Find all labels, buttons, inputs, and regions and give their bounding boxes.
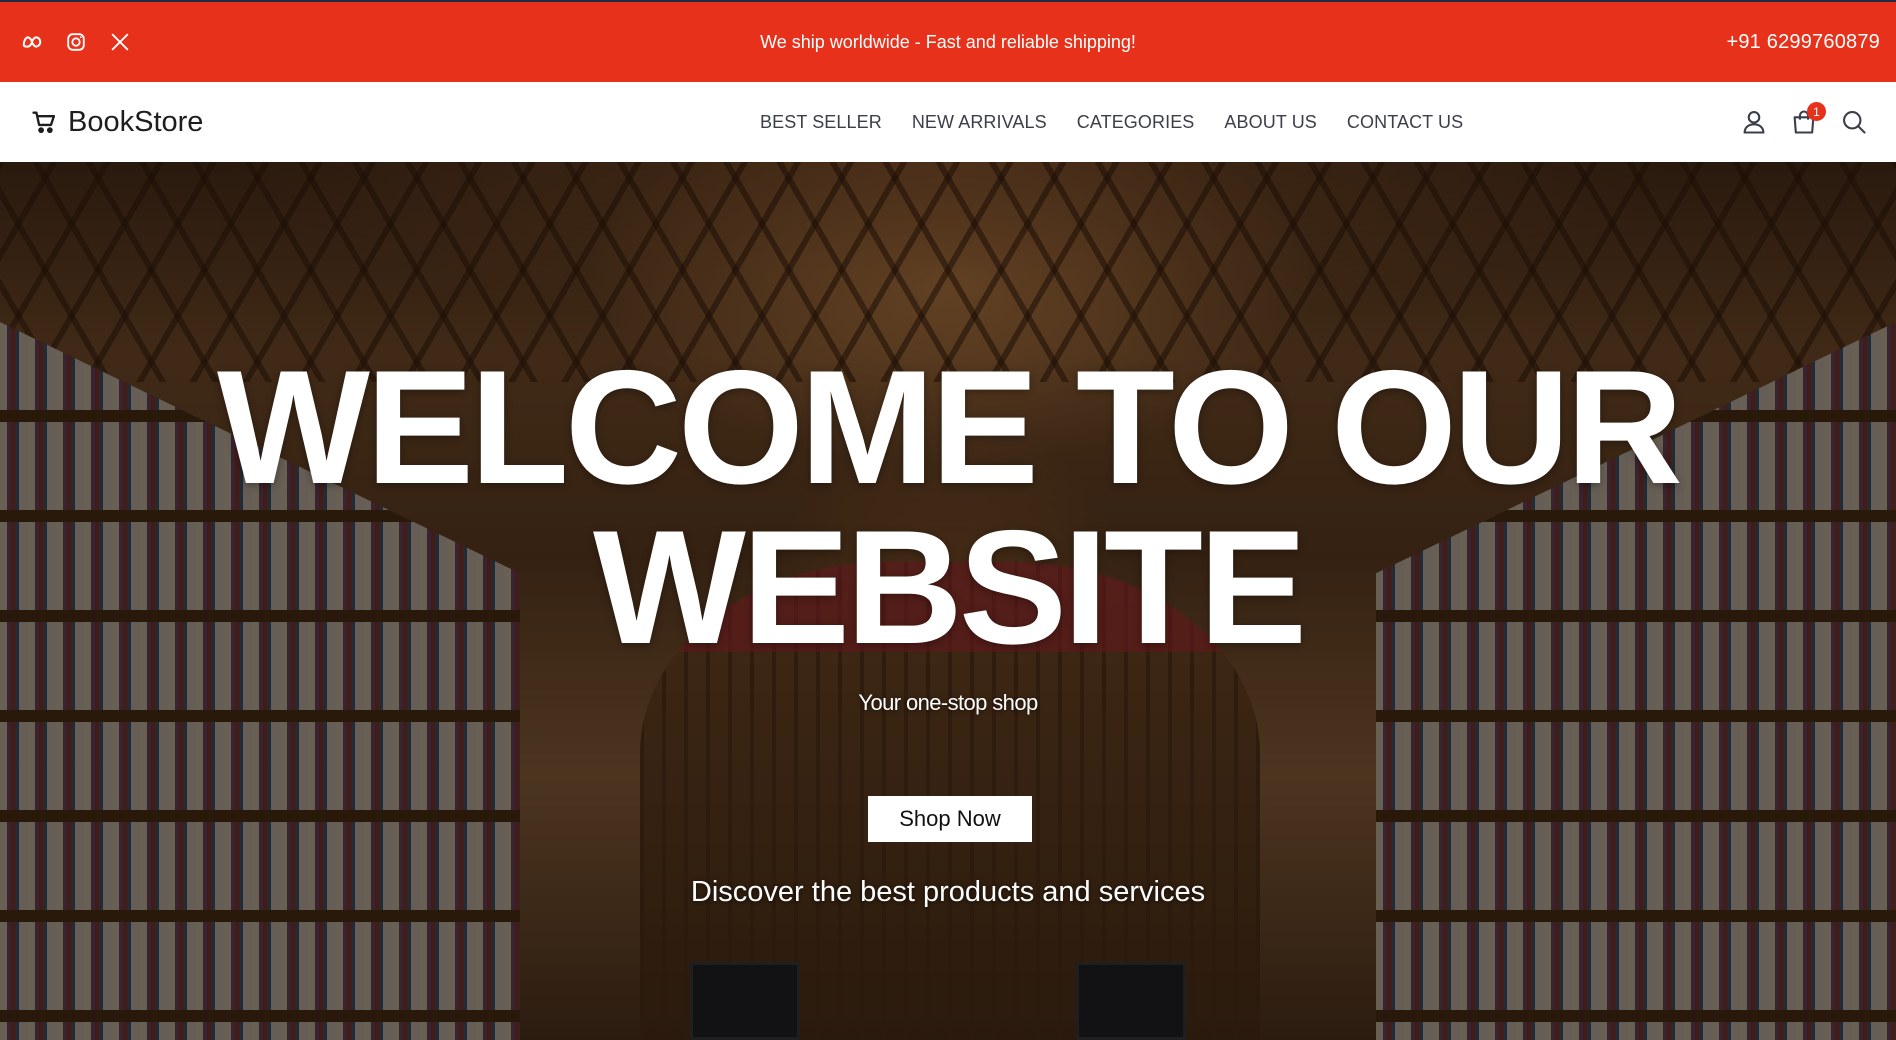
search-icon[interactable] [1840, 108, 1868, 136]
cart-count-badge: 1 [1807, 102, 1826, 121]
hero-title: WELCOME TO OUR WEBSITE [0, 347, 1896, 669]
menu-about-us[interactable]: ABOUT US [1224, 112, 1317, 133]
primary-menu: BEST SELLER NEW ARRIVALS CATEGORIES ABOU… [760, 82, 1463, 162]
hero-tagline: Discover the best products and services [690, 876, 1206, 908]
hero-title-line1: WELCOME TO OUR [217, 337, 1683, 518]
announcement-text: We ship worldwide - Fast and reliable sh… [760, 31, 1136, 52]
menu-best-seller[interactable]: BEST SELLER [760, 112, 882, 133]
menu-contact-us[interactable]: CONTACT US [1347, 112, 1463, 133]
shopping-bag-icon[interactable]: 1 [1790, 102, 1826, 136]
instagram-icon[interactable] [64, 30, 88, 54]
shop-now-button[interactable]: Shop Now [868, 796, 1032, 842]
hero-content: WELCOME TO OUR WEBSITE Your one-stop sho… [0, 162, 1896, 1040]
announcement-bar: We ship worldwide - Fast and reliable sh… [0, 0, 1896, 82]
brand-logo[interactable]: BookStore [30, 106, 203, 139]
nav-actions: 1 [1740, 82, 1868, 162]
hero-subtitle: Your one-stop shop [858, 690, 1038, 715]
user-icon[interactable] [1740, 108, 1768, 136]
hero-section: WELCOME TO OUR WEBSITE Your one-stop sho… [0, 162, 1896, 1040]
menu-new-arrivals[interactable]: NEW ARRIVALS [912, 112, 1047, 133]
menu-categories[interactable]: CATEGORIES [1077, 112, 1195, 133]
phone-number[interactable]: +91 6299760879 [1726, 31, 1880, 54]
meta-icon[interactable] [20, 30, 44, 54]
social-links [20, 30, 132, 54]
main-navbar: BookStore BEST SELLER NEW ARRIVALS CATEG… [0, 82, 1896, 162]
cart-icon [32, 111, 56, 134]
hero-title-line2: WEBSITE [592, 497, 1307, 678]
x-icon[interactable] [108, 30, 132, 54]
brand-name: BookStore [68, 105, 204, 138]
